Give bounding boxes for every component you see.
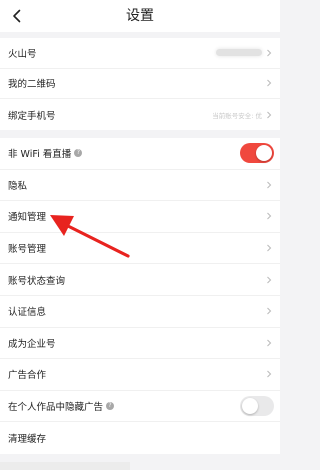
- chevron-right-icon: [267, 213, 272, 220]
- chevron-right-icon: [267, 111, 272, 119]
- row-label: 火山号: [8, 48, 37, 60]
- chevron-right-icon: [267, 80, 272, 87]
- bottom-shade: [0, 462, 130, 470]
- general-settings-group: 非 WiFi 看直播 ? 隐私 通知管理 账号管理 账号状态查询 认证信息 成为…: [0, 138, 280, 454]
- page-title: 设置: [126, 8, 154, 24]
- row-label: 账号管理: [8, 244, 47, 256]
- row-label: 我的二维码: [8, 79, 56, 91]
- row-become-business[interactable]: 成为企业号: [0, 328, 280, 360]
- row-ad-partnership[interactable]: 广告合作: [0, 359, 280, 391]
- chevron-right-icon: [267, 181, 272, 189]
- row-label: 隐私: [8, 180, 28, 192]
- help-icon[interactable]: ?: [106, 402, 115, 411]
- row-verification-info[interactable]: 认证信息: [0, 296, 280, 328]
- chevron-right-icon: [267, 276, 272, 284]
- top-bar: 设置: [0, 0, 280, 32]
- row-label: 账号状态查询: [8, 275, 66, 287]
- blurred-id-value: [216, 49, 262, 57]
- account-security-status: 当前账号安全: 优: [212, 111, 262, 120]
- chevron-right-icon: [267, 244, 272, 252]
- toggle-knob: [256, 145, 272, 162]
- chevron-right-icon: [267, 49, 272, 57]
- row-privacy[interactable]: 隐私: [0, 170, 280, 202]
- row-label-text: 非 WiFi 看直播: [8, 149, 72, 161]
- row-my-qr-code[interactable]: 我的二维码: [0, 69, 280, 100]
- row-label: 认证信息: [8, 307, 47, 319]
- hide-ads-toggle[interactable]: [240, 396, 274, 417]
- row-label-text: 在个人作品中隐藏广告: [8, 402, 104, 414]
- chevron-right-icon: [267, 307, 272, 315]
- row-notification-settings[interactable]: 通知管理: [0, 201, 280, 233]
- non-wifi-live-toggle[interactable]: [240, 143, 274, 164]
- row-huoshan-id[interactable]: 火山号: [0, 38, 280, 69]
- account-settings-group: 火山号 我的二维码 绑定手机号 当前账号安全: 优: [0, 38, 280, 130]
- row-label: 成为企业号: [8, 338, 56, 350]
- row-label: 非 WiFi 看直播 ?: [8, 138, 83, 169]
- row-hide-ads-in-works: 在个人作品中隐藏广告 ?: [0, 391, 280, 423]
- row-account-status[interactable]: 账号状态查询: [0, 264, 280, 296]
- row-label: 通知管理: [8, 212, 47, 224]
- row-non-wifi-live: 非 WiFi 看直播 ?: [0, 138, 280, 170]
- chevron-right-icon: [267, 339, 272, 347]
- help-icon[interactable]: ?: [74, 149, 83, 158]
- row-label: 在个人作品中隐藏广告 ?: [8, 391, 115, 422]
- row-bind-phone[interactable]: 绑定手机号 当前账号安全: 优: [0, 99, 280, 130]
- row-label: 清理缓存: [8, 434, 47, 446]
- row-account-management[interactable]: 账号管理: [0, 233, 280, 265]
- row-label: 绑定手机号: [8, 110, 56, 122]
- toggle-knob: [242, 398, 258, 415]
- row-clear-cache[interactable]: 清理缓存: [0, 422, 280, 454]
- row-label: 广告合作: [8, 370, 47, 382]
- chevron-right-icon: [267, 371, 272, 378]
